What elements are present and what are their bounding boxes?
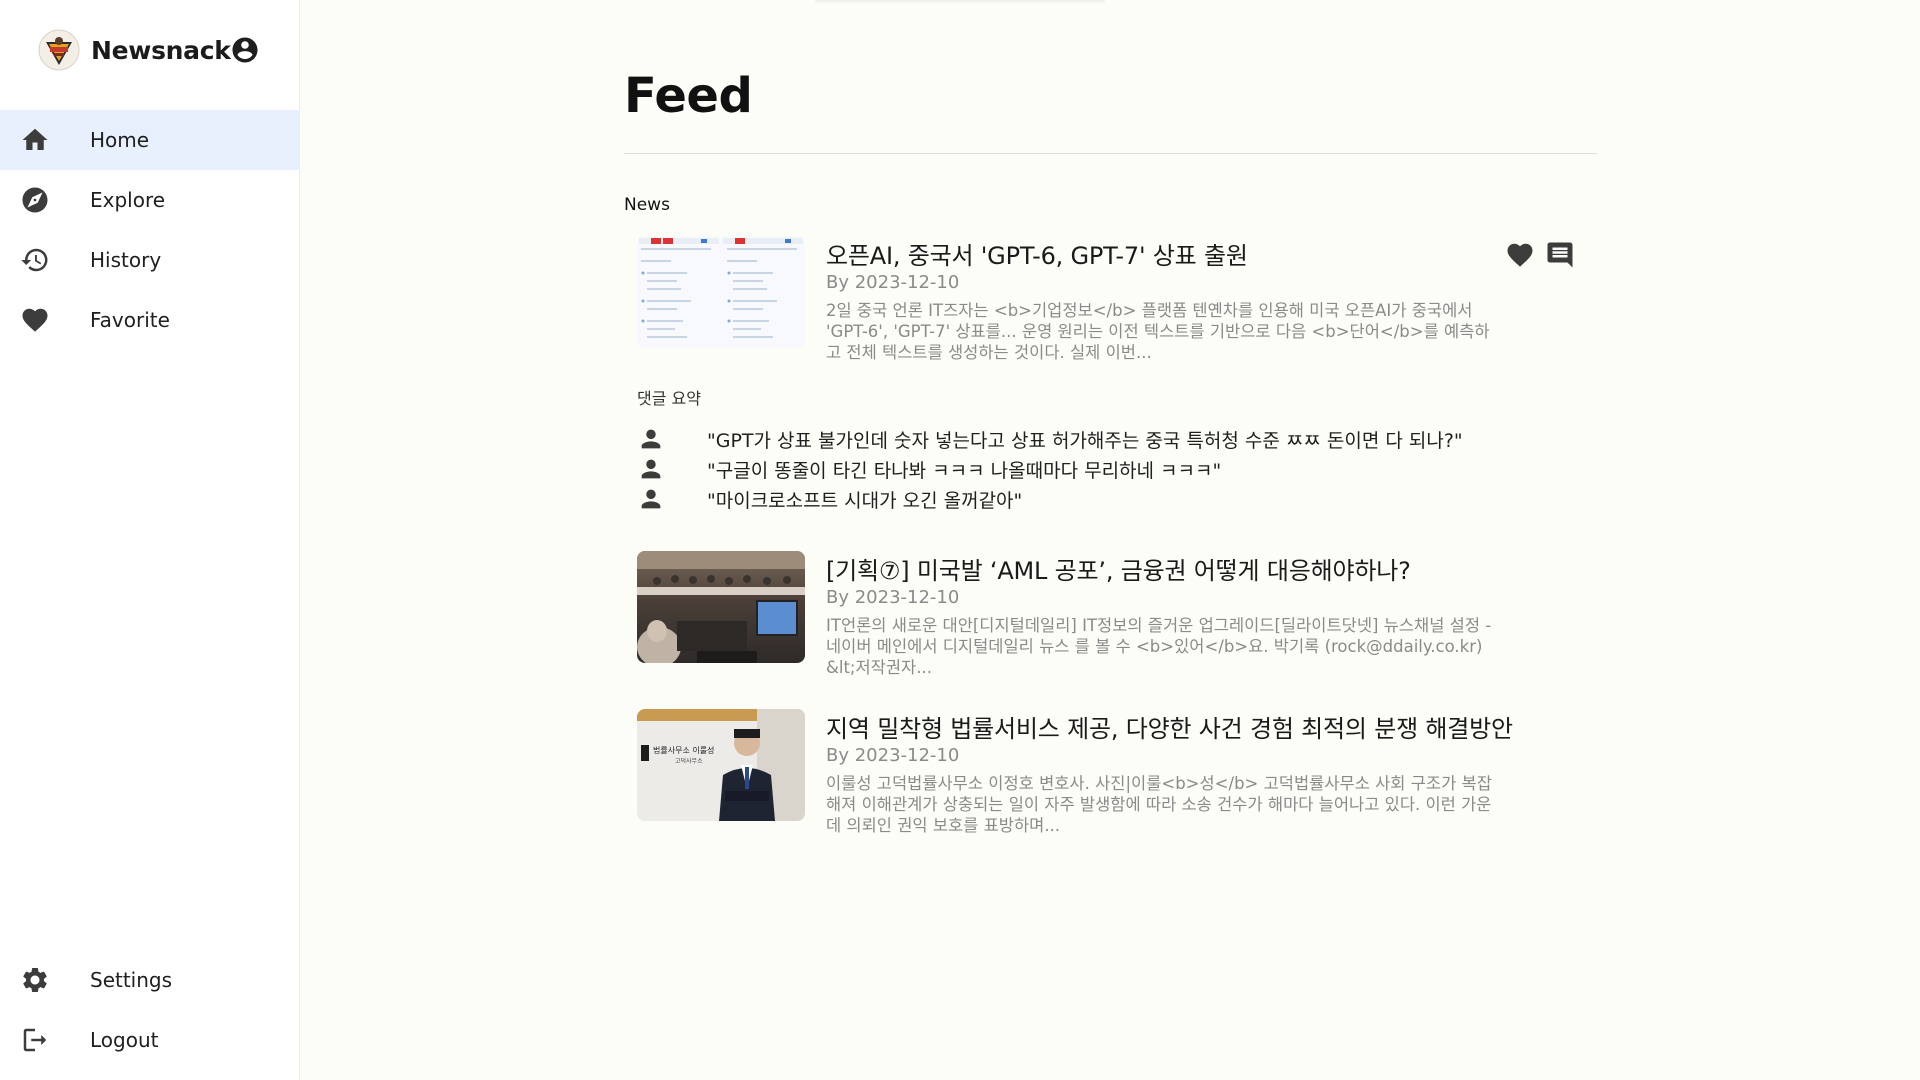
article-description: 이룰성 고덕법률사무소 이정호 변호사. 사진|이룰<b>성</b> 고덕법률사… bbox=[826, 774, 1492, 835]
comment-text: "구글이 똥줄이 타긴 타나봐 ㅋㅋㅋ 나올때마다 무리하네 ㅋㅋㅋ" bbox=[707, 459, 1222, 482]
section-label-news: News bbox=[624, 195, 670, 215]
gear-icon bbox=[23, 968, 47, 992]
article-actions bbox=[1505, 240, 1575, 270]
sidebar-nav: Home Explore History Favorite bbox=[0, 110, 300, 350]
top-edge-shadow bbox=[815, 0, 1105, 4]
sidebar-item-label: Home bbox=[90, 128, 150, 152]
account-circle-icon[interactable] bbox=[230, 35, 260, 65]
logout-icon bbox=[23, 1028, 47, 1052]
article-description: IT언론의 새로운 대안[디지털데일리] IT정보의 즐거운 업그레이드[딜라이… bbox=[826, 616, 1492, 677]
sidebar-item-history[interactable]: History bbox=[0, 230, 300, 290]
news-article[interactable]: 오픈AI, 중국서 'GPT-6, GPT-7' 상표 출원 By 2023-1… bbox=[637, 236, 1597, 366]
sidebar-item-explore[interactable]: Explore bbox=[0, 170, 300, 230]
news-article[interactable]: 법률사무소 이룰성 고덕사무소 지역 밀착형 법률서비스 제공, 다양한 사건 … bbox=[637, 709, 1597, 839]
sidebar-item-label: Explore bbox=[90, 188, 166, 212]
article-title[interactable]: 지역 밀착형 법률서비스 제공, 다양한 사건 경험 최적의 분쟁 해결방안 bbox=[826, 709, 1566, 744]
sidebar-item-favorite[interactable]: Favorite bbox=[0, 290, 300, 350]
comment-icon[interactable] bbox=[1545, 240, 1575, 270]
lawyer-photo: 법률사무소 이룰성 고덕사무소 bbox=[637, 709, 805, 821]
person-icon bbox=[641, 459, 661, 479]
article-title[interactable]: 오픈AI, 중국서 'GPT-6, GPT-7' 상표 출원 bbox=[826, 236, 1566, 271]
title-divider bbox=[624, 153, 1597, 154]
sidebar-item-label: History bbox=[90, 248, 162, 272]
comment-item: "GPT가 상표 불가인데 숫자 넣는다고 상표 허가해주는 중국 특허청 수준… bbox=[637, 424, 1463, 454]
article-thumbnail[interactable] bbox=[637, 236, 805, 348]
news-article[interactable]: [기획⑦] 미국발 ‘AML 공포’, 금융권 어떻게 대응해야하나? By 2… bbox=[637, 551, 1597, 681]
sidebar-item-label: Favorite bbox=[90, 308, 170, 332]
history-icon bbox=[21, 248, 48, 272]
heart-icon[interactable] bbox=[1505, 240, 1535, 270]
person-icon bbox=[641, 429, 661, 449]
comment-text: "GPT가 상표 불가인데 숫자 넣는다고 상표 허가해주는 중국 특허청 수준… bbox=[707, 429, 1463, 452]
article-description: 2일 중국 언론 IT즈자는 <b>기업정보</b> 플랫폼 텐옌차를 인용해 … bbox=[826, 301, 1490, 362]
sidebar-item-label: Settings bbox=[90, 968, 173, 992]
sidebar-bottom-nav: Settings Logout bbox=[0, 950, 300, 1070]
sidebar-item-settings[interactable]: Settings bbox=[0, 950, 300, 1010]
office-sign-text: 법률사무소 이룰성 bbox=[653, 745, 714, 755]
comment-summary-list: "GPT가 상표 불가인데 숫자 넣는다고 상표 허가해주는 중국 특허청 수준… bbox=[637, 424, 1463, 514]
comment-item: "구글이 똥줄이 타긴 타나봐 ㅋㅋㅋ 나올때마다 무리하네 ㅋㅋㅋ" bbox=[637, 454, 1463, 484]
brand[interactable]: Newsnack bbox=[38, 29, 231, 71]
office-sign-subtext: 고덕사무소 bbox=[675, 757, 703, 765]
newsnack-logo bbox=[38, 29, 80, 71]
comment-text: "마이크로소프트 시대가 오긴 올꺼같아" bbox=[707, 489, 1023, 512]
comment-item: "마이크로소프트 시대가 오긴 올꺼같아" bbox=[637, 484, 1463, 514]
article-thumbnail[interactable] bbox=[637, 551, 805, 663]
conference-photo bbox=[637, 551, 805, 663]
sidebar-item-logout[interactable]: Logout bbox=[0, 1010, 300, 1070]
sidebar-item-label: Logout bbox=[90, 1028, 159, 1052]
article-date: By 2023-12-10 bbox=[826, 587, 960, 608]
home-icon bbox=[22, 128, 48, 150]
person-icon bbox=[641, 489, 661, 509]
article-thumbnail[interactable]: 법률사무소 이룰성 고덕사무소 bbox=[637, 709, 805, 821]
app-name: Newsnack bbox=[91, 35, 231, 65]
sidebar: Newsnack Home Explore History Favorite S… bbox=[0, 0, 300, 1080]
comment-summary-label: 댓글 요약 bbox=[637, 389, 701, 408]
compass-icon bbox=[22, 187, 48, 213]
page-title: Feed bbox=[624, 68, 753, 124]
article-date: By 2023-12-10 bbox=[826, 272, 960, 293]
screenshot-thumbnail-graphic bbox=[637, 236, 805, 348]
heart-icon bbox=[22, 308, 48, 332]
sidebar-item-home[interactable]: Home bbox=[0, 110, 300, 170]
article-title[interactable]: [기획⑦] 미국발 ‘AML 공포’, 금융권 어떻게 대응해야하나? bbox=[826, 551, 1566, 586]
article-date: By 2023-12-10 bbox=[826, 745, 960, 766]
